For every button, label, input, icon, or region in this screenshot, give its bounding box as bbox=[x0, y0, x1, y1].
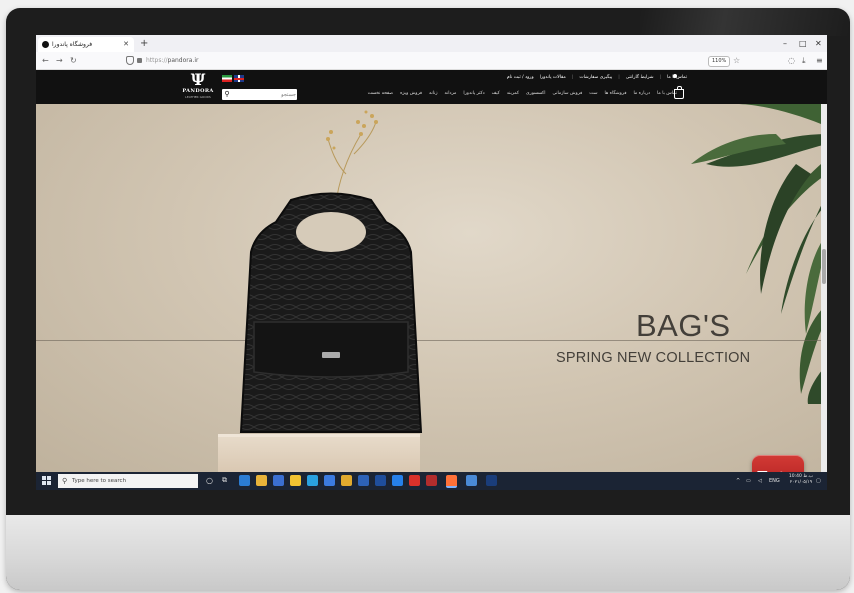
bookmark-star-icon[interactable]: ☆ bbox=[733, 55, 740, 66]
browser-navbar: ← → ↻ https://pandora.ir 110% ☆ ◌ ⤓ ≡ bbox=[36, 52, 827, 70]
browser-tabstrip: فروشگاه پاندورا ✕ + – □ ✕ bbox=[36, 35, 827, 52]
network-icon[interactable]: ▭ bbox=[746, 472, 751, 490]
back-icon[interactable]: ← bbox=[42, 54, 49, 67]
windows-taskbar: ⚲ Type here to search ○ ⧉ ^ ▭ ◁ ENG 10:4… bbox=[36, 472, 827, 490]
monitor-chin bbox=[6, 515, 850, 590]
volume-icon[interactable]: ◁ bbox=[758, 472, 762, 490]
nav-item-belt[interactable]: کمربند bbox=[507, 89, 519, 99]
forward-icon[interactable]: → bbox=[56, 54, 63, 67]
pocket-icon[interactable]: ◌ bbox=[788, 55, 795, 66]
firefox-icon[interactable] bbox=[446, 475, 457, 488]
mail-icon[interactable] bbox=[290, 475, 301, 486]
main-nav: صفحه نخست فروش ویژه زنانه مردانه دکتر پا… bbox=[368, 89, 677, 99]
site-favicon-icon bbox=[42, 41, 49, 48]
separator: | bbox=[659, 75, 662, 80]
store-icon[interactable] bbox=[273, 475, 284, 486]
site-search: ⚲ bbox=[222, 89, 298, 100]
top-link-login[interactable]: ورود / ثبت نام bbox=[507, 73, 534, 82]
nav-item-corporate[interactable]: فروش سازمانی bbox=[552, 89, 582, 99]
top-link-tracking[interactable]: پیگیری سفارشات bbox=[579, 73, 612, 82]
top-links: ورود / ثبت نام مقالات پاندورا | پیگیری س… bbox=[507, 73, 687, 82]
site-header: Ψ PANDORA LEATHER GOODS ⚲ ورود / ثبت نام… bbox=[36, 70, 827, 104]
edge-icon[interactable] bbox=[239, 475, 250, 486]
taskbar-clock[interactable]: 10:40 ب.ظ ۲۰۲۱/۰۵/۱۹ bbox=[788, 474, 814, 486]
flag-uk-icon[interactable] bbox=[234, 75, 244, 82]
address-bar[interactable]: https://pandora.ir bbox=[126, 55, 738, 66]
url-host: pandora.ir bbox=[167, 57, 199, 64]
logo-name: PANDORA bbox=[182, 88, 214, 94]
nav-item-set[interactable]: ست bbox=[589, 89, 597, 99]
reload-icon[interactable]: ↻ bbox=[70, 54, 77, 67]
nav-item-sale[interactable]: فروش ویژه bbox=[400, 89, 422, 99]
nav-item-men[interactable]: مردانه bbox=[445, 89, 457, 99]
photoshop-icon[interactable] bbox=[375, 475, 386, 486]
hero-title: BAG'S bbox=[636, 308, 731, 343]
nav-item-about[interactable]: درباره ما bbox=[633, 89, 650, 99]
url-scheme: https:// bbox=[146, 57, 168, 64]
tray-up-icon[interactable]: ^ bbox=[736, 472, 740, 490]
dried-twig-image bbox=[326, 110, 378, 204]
hero-banner[interactable]: BAG'S SPRING NEW COLLECTION Enter ✉ bbox=[36, 104, 827, 472]
top-link-warranty[interactable]: شرایط گارانتی bbox=[626, 73, 654, 82]
app-icon-6[interactable] bbox=[426, 475, 437, 486]
zoom-level[interactable]: 110% bbox=[708, 56, 731, 67]
app-icon-2[interactable] bbox=[341, 475, 352, 486]
language-indicator[interactable]: ENG bbox=[769, 472, 780, 490]
app-icon-7[interactable] bbox=[486, 475, 497, 486]
menu-icon[interactable]: ≡ bbox=[816, 55, 823, 66]
tab-close-icon[interactable]: ✕ bbox=[123, 37, 129, 52]
taskbar-search-placeholder: Type here to search bbox=[72, 478, 127, 484]
language-flags bbox=[222, 75, 246, 82]
scrollbar-thumb[interactable] bbox=[822, 249, 826, 284]
logo-sub: LEATHER GOODS bbox=[185, 95, 211, 99]
clock-date: ۲۰۲۱/۰۵/۱۹ bbox=[789, 480, 813, 485]
notifications-icon[interactable]: ▢ bbox=[816, 472, 821, 490]
chrome-icon[interactable] bbox=[466, 475, 477, 486]
separator: | bbox=[571, 75, 574, 80]
cortana-icon[interactable]: ○ bbox=[206, 475, 217, 486]
telegram-icon[interactable] bbox=[307, 475, 318, 486]
taskbar-search-icon: ⚲ bbox=[62, 477, 68, 485]
nav-item-accessory[interactable]: اکسسوری bbox=[526, 89, 545, 99]
top-link-contact[interactable]: تماس با ما bbox=[667, 73, 687, 82]
top-link-articles[interactable]: مقالات پاندورا bbox=[540, 73, 566, 82]
separator: | bbox=[618, 75, 620, 80]
new-tab-icon[interactable]: + bbox=[140, 36, 148, 51]
flag-iran-icon[interactable] bbox=[222, 75, 232, 82]
cart-icon[interactable] bbox=[674, 86, 684, 99]
search-icon[interactable]: ⚲ bbox=[222, 89, 232, 100]
tab-title: فروشگاه پاندورا bbox=[52, 41, 93, 48]
file-explorer-icon[interactable] bbox=[256, 475, 267, 486]
black-handbag-image bbox=[239, 192, 423, 433]
app-icon-4[interactable] bbox=[392, 475, 403, 486]
window-close-icon[interactable]: ✕ bbox=[815, 37, 822, 50]
windows-start-icon[interactable] bbox=[42, 476, 52, 486]
tracking-shield-icon bbox=[126, 56, 134, 65]
screen: فروشگاه پاندورا ✕ + – □ ✕ ← → ↻ https://… bbox=[36, 35, 827, 490]
maximize-icon[interactable]: □ bbox=[799, 37, 807, 50]
lock-icon bbox=[137, 58, 142, 63]
site-search-input[interactable] bbox=[232, 89, 298, 100]
nav-item-home[interactable]: صفحه نخست bbox=[368, 89, 393, 99]
task-view-icon[interactable]: ⧉ bbox=[222, 475, 233, 486]
nav-item-women[interactable]: زنانه bbox=[429, 89, 437, 99]
app-icon-3[interactable] bbox=[358, 475, 369, 486]
hero-subtitle: SPRING NEW COLLECTION bbox=[556, 350, 751, 366]
download-icon[interactable]: ⤓ bbox=[802, 55, 806, 66]
monitor-gloss bbox=[640, 8, 850, 36]
stone-pedestal bbox=[218, 434, 420, 472]
minimize-icon[interactable]: – bbox=[783, 37, 787, 50]
taskbar-search[interactable]: ⚲ Type here to search bbox=[58, 474, 198, 488]
user-icon[interactable] bbox=[673, 74, 677, 78]
browser-tab[interactable]: فروشگاه پاندورا ✕ bbox=[38, 37, 134, 52]
logo-mark: Ψ bbox=[190, 70, 206, 89]
nav-item-doctor[interactable]: دکتر پاندورا bbox=[463, 89, 484, 99]
app-icon-1[interactable] bbox=[324, 475, 335, 486]
pandora-logo[interactable]: Ψ PANDORA LEATHER GOODS bbox=[176, 72, 220, 102]
app-icon-5[interactable] bbox=[409, 475, 420, 486]
nav-item-stores[interactable]: فروشگاه ها bbox=[605, 89, 627, 99]
enter-button[interactable]: Enter bbox=[752, 455, 804, 472]
page-scrollbar[interactable] bbox=[821, 104, 827, 472]
nav-item-bag[interactable]: کیف bbox=[492, 89, 500, 99]
